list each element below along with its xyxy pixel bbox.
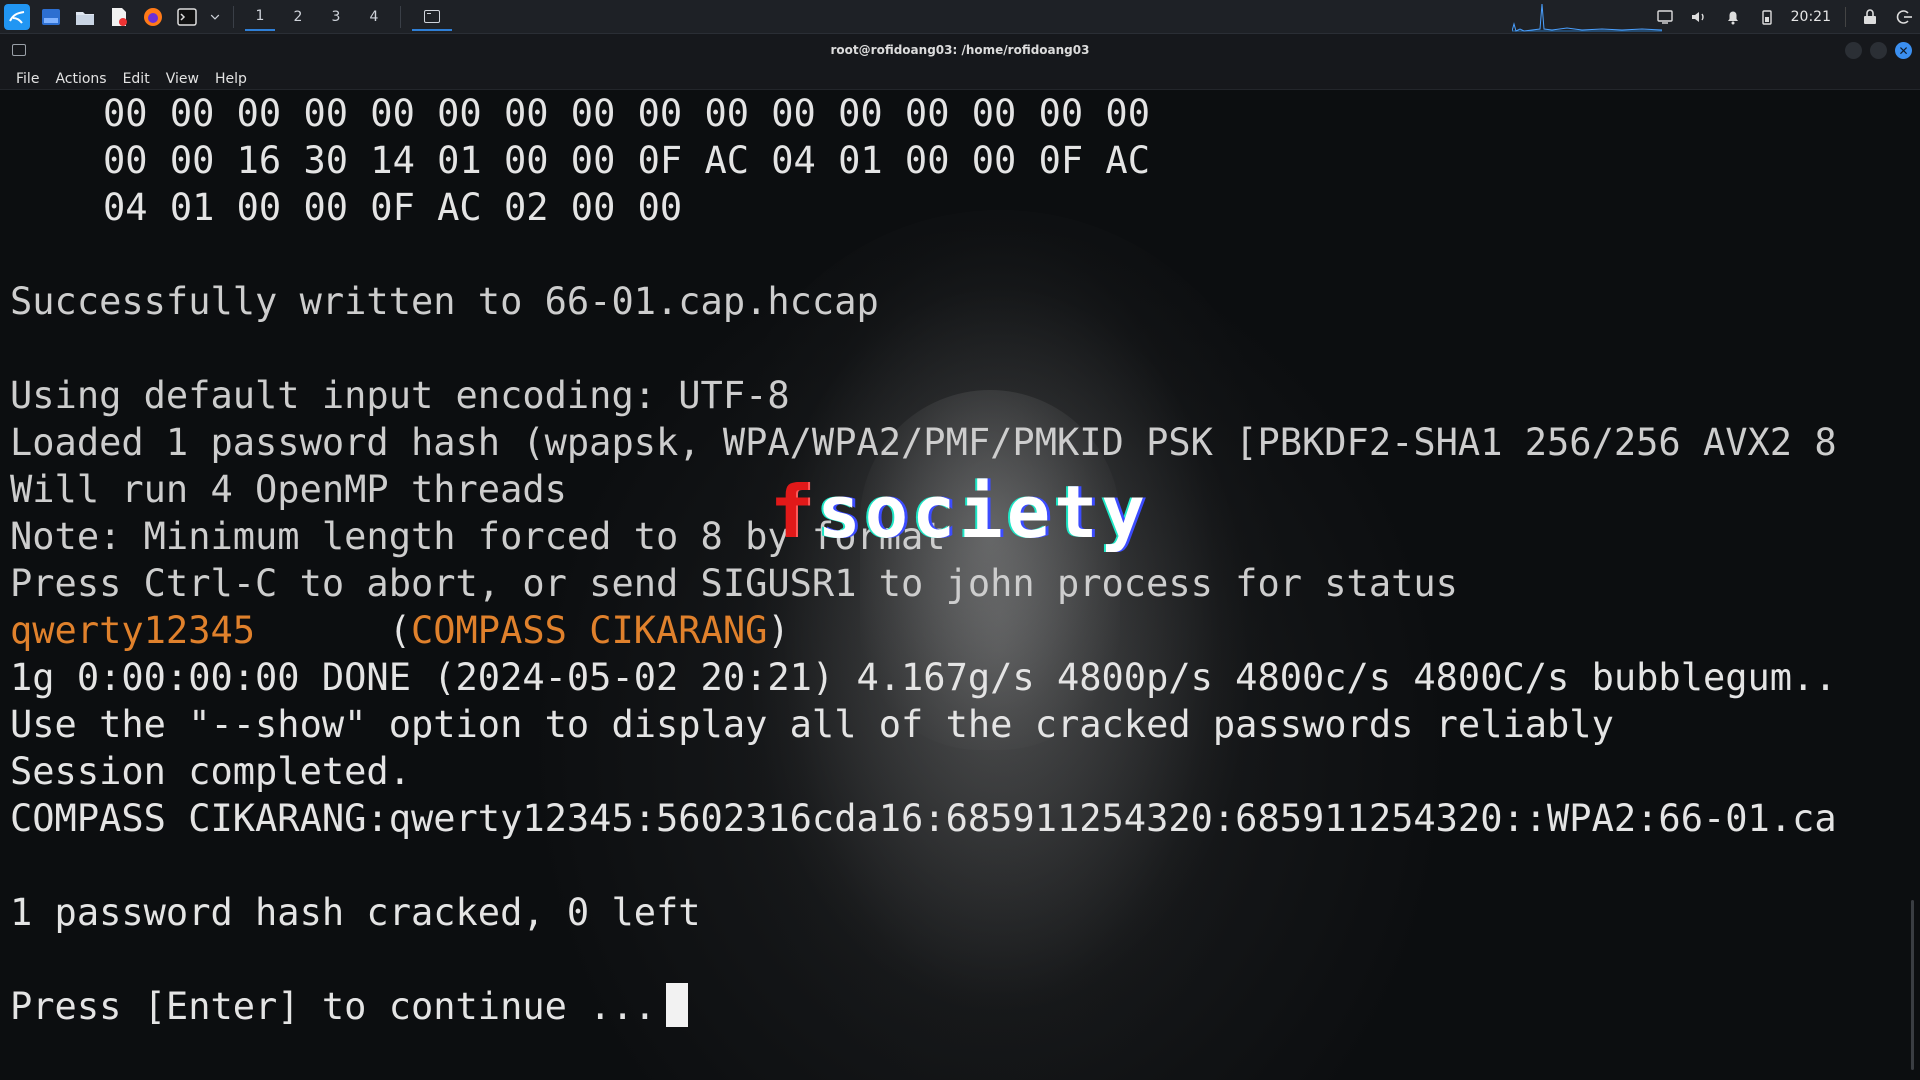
loaded-line: Loaded 1 password hash (wpapsk, WPA/WPA2… <box>10 421 1837 464</box>
firefox-icon[interactable] <box>140 4 166 30</box>
notification-bell-icon[interactable] <box>1723 7 1743 27</box>
power-battery-icon[interactable] <box>1757 7 1777 27</box>
terminal-task-button[interactable] <box>412 3 452 31</box>
show-hint-line: Use the "--show" option to display all o… <box>10 703 1614 746</box>
terminal-area[interactable]: 00 00 00 00 00 00 00 00 00 00 00 00 00 0… <box>0 90 1920 1080</box>
workspace-1[interactable]: 1 <box>245 3 275 31</box>
terminal-scrollbar[interactable] <box>1911 900 1914 1070</box>
file-manager-icon[interactable] <box>72 4 98 30</box>
kali-menu-icon[interactable] <box>4 4 30 30</box>
fsociety-logo-f: f <box>770 470 818 554</box>
workspace-3[interactable]: 3 <box>321 3 351 31</box>
written-line: Successfully written to 66-01.cap.hccap <box>10 280 879 323</box>
window-controls: ✕ <box>1845 42 1912 59</box>
logout-icon[interactable] <box>1894 7 1914 27</box>
close-icon: ✕ <box>1898 43 1909 58</box>
text-editor-icon[interactable] <box>106 4 132 30</box>
lock-icon[interactable] <box>1860 7 1880 27</box>
menubar: File Actions Edit View Help <box>0 68 1920 90</box>
terminal-output: 00 00 00 00 00 00 00 00 00 00 00 00 00 0… <box>10 90 1837 1030</box>
cpu-graph <box>1512 3 1662 32</box>
status-line: 1g 0:00:00:00 DONE (2024-05-02 20:21) 4.… <box>10 656 1837 699</box>
window-titlebar[interactable]: root@rofidoang03: /home/rofidoang03 ✕ <box>0 34 1920 68</box>
volume-icon[interactable] <box>1689 7 1709 27</box>
system-tray: 20:21 <box>1655 4 1914 30</box>
maximize-button[interactable] <box>1870 42 1887 59</box>
tray-separator <box>1845 7 1846 27</box>
hex-line: 04 01 00 00 0F AC 02 00 00 <box>103 186 683 229</box>
top-panel: 1 2 3 4 20:21 <box>0 0 1920 34</box>
session-line: Session completed. <box>10 750 411 793</box>
fsociety-logo-rest: society <box>817 470 1149 554</box>
panel-launchers: 1 2 3 4 <box>4 3 452 31</box>
panel-separator <box>400 6 401 28</box>
press-ctrl-line: Press Ctrl-C to abort, or send SIGUSR1 t… <box>10 562 1458 605</box>
terminal-dropdown-icon[interactable] <box>208 4 222 30</box>
network-icon[interactable] <box>1655 7 1675 27</box>
menu-edit[interactable]: Edit <box>115 71 158 87</box>
close-button[interactable]: ✕ <box>1895 42 1912 59</box>
show-output-line: COMPASS CIKARANG:qwerty12345:5602316cda1… <box>10 797 1837 840</box>
terminal-cursor <box>666 983 689 1027</box>
workspace-window-icon[interactable] <box>38 4 64 30</box>
cracked-essid-close: ) <box>767 609 790 652</box>
cracked-essid: COMPASS CIKARANG <box>410 609 768 652</box>
menu-help[interactable]: Help <box>207 71 255 87</box>
cracked-essid-open: ( <box>255 609 411 652</box>
panel-separator <box>233 6 234 28</box>
minimize-button[interactable] <box>1845 42 1862 59</box>
terminal-icon[interactable] <box>174 4 200 30</box>
terminal-task-icon <box>424 9 440 23</box>
fsociety-logo: fsociety <box>770 470 1149 554</box>
continue-prompt: Press [Enter] to continue ... <box>10 985 657 1028</box>
menu-file[interactable]: File <box>8 71 47 87</box>
workspace-4[interactable]: 4 <box>359 3 389 31</box>
window-title: root@rofidoang03: /home/rofidoang03 <box>830 43 1090 57</box>
menu-actions[interactable]: Actions <box>47 71 114 87</box>
continue-line: Press [Enter] to continue ... <box>10 983 1837 1030</box>
hex-line: 00 00 00 00 00 00 00 00 00 00 00 00 00 0… <box>103 92 1150 135</box>
workspace-2[interactable]: 2 <box>283 3 313 31</box>
menu-view[interactable]: View <box>158 71 207 87</box>
hex-line: 00 00 16 30 14 01 00 00 0F AC 04 01 00 0… <box>103 139 1150 182</box>
summary-line: 1 password hash cracked, 0 left <box>10 891 701 934</box>
cracked-line: qwerty12345 (COMPASS CIKARANG) <box>10 607 1837 654</box>
cracked-password: qwerty12345 <box>10 609 256 652</box>
encoding-line: Using default input encoding: UTF-8 <box>10 374 790 417</box>
panel-clock[interactable]: 20:21 <box>1791 9 1831 25</box>
